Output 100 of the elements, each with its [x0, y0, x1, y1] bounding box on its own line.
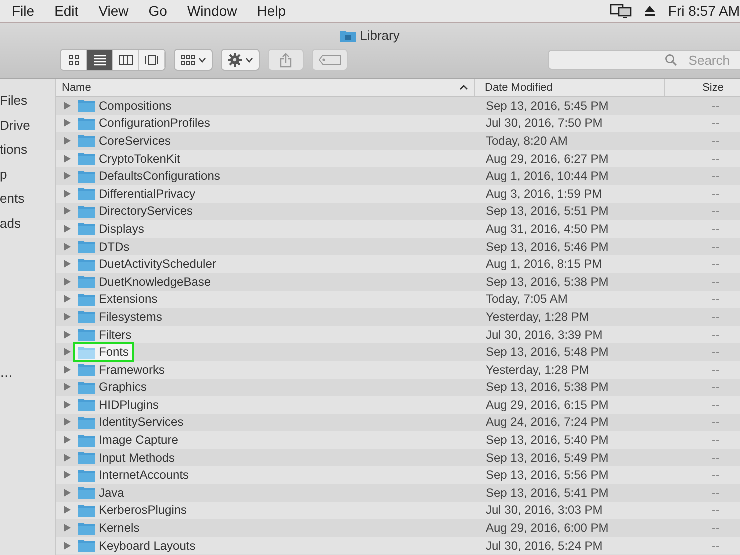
- menu-bar-clock[interactable]: Fri 8:57 AM: [668, 3, 740, 19]
- disclosure-triangle-icon[interactable]: [64, 207, 71, 216]
- table-row[interactable]: HIDPlugins Aug 29, 2016, 6:15 PM --: [56, 396, 740, 414]
- folder-name[interactable]: CoreServices: [99, 134, 172, 148]
- table-row[interactable]: Displays Aug 31, 2016, 4:50 PM --: [56, 220, 740, 238]
- table-row[interactable]: InternetAccounts Sep 13, 2016, 5:56 PM --: [56, 466, 740, 484]
- table-row[interactable]: DirectoryServices Sep 13, 2016, 5:51 PM --: [56, 202, 740, 220]
- folder-name[interactable]: DifferentialPrivacy: [99, 186, 196, 201]
- table-row[interactable]: Image Capture Sep 13, 2016, 5:40 PM --: [56, 431, 740, 449]
- grid-icon: [181, 55, 195, 65]
- display-icon[interactable]: [610, 4, 632, 18]
- disclosure-triangle-icon[interactable]: [64, 154, 71, 163]
- menu-item[interactable]: Edit: [46, 3, 87, 19]
- folder-name[interactable]: DuetKnowledgeBase: [99, 274, 212, 289]
- folder-icon: [78, 134, 95, 148]
- folder-name[interactable]: InternetAccounts: [99, 468, 190, 482]
- folder-name[interactable]: Compositions: [99, 98, 172, 113]
- disclosure-triangle-icon[interactable]: [64, 471, 71, 480]
- disclosure-triangle-icon[interactable]: [64, 400, 71, 409]
- sidebar-item[interactable]: ents: [0, 187, 55, 212]
- table-row[interactable]: Filters Jul 30, 2016, 3:39 PM --: [56, 326, 740, 344]
- menu-item[interactable]: Window: [179, 3, 246, 19]
- folder-name[interactable]: KerberosPlugins: [99, 503, 188, 518]
- column-header[interactable]: Date Modified: [485, 82, 553, 94]
- disclosure-triangle-icon[interactable]: [64, 224, 71, 233]
- disclosure-triangle-icon[interactable]: [64, 436, 71, 444]
- disclosure-triangle-icon[interactable]: [64, 278, 71, 286]
- sidebar-item[interactable]: tions: [0, 138, 55, 162]
- disclosure-triangle-icon[interactable]: [64, 524, 71, 532]
- disclosure-triangle-icon[interactable]: [64, 312, 71, 321]
- folder-name[interactable]: Keyboard Layouts: [99, 538, 196, 553]
- table-row[interactable]: Keyboard Layouts Jul 30, 2016, 5:24 PM --: [56, 536, 740, 554]
- folder-name[interactable]: Frameworks: [99, 362, 166, 377]
- sidebar-item[interactable]: p: [0, 162, 55, 187]
- folder-name[interactable]: Image Capture: [99, 433, 178, 448]
- disclosure-triangle-icon[interactable]: [64, 366, 71, 374]
- folder-name[interactable]: Graphics: [99, 380, 148, 394]
- table-row[interactable]: DifferentialPrivacy Aug 3, 2016, 1:59 PM --: [56, 184, 740, 203]
- disclosure-triangle-icon[interactable]: [64, 488, 71, 497]
- folder-name[interactable]: DefaultsConfigurations: [99, 169, 220, 184]
- folder-name[interactable]: DuetActivityScheduler: [99, 257, 216, 272]
- disclosure-triangle-icon[interactable]: [64, 542, 71, 550]
- disclosure-triangle-icon[interactable]: [64, 454, 71, 462]
- table-row[interactable]: CryptoTokenKit Aug 29, 2016, 6:27 PM --: [56, 150, 740, 168]
- sidebar-item[interactable]: Drive: [0, 114, 55, 138]
- table-row[interactable]: IdentityServices Aug 24, 2016, 7:24 PM --: [56, 414, 740, 432]
- folder-name[interactable]: Filesystems: [99, 310, 162, 324]
- disclosure-triangle-icon[interactable]: [64, 172, 71, 180]
- table-row[interactable]: Graphics Sep 13, 2016, 5:38 PM --: [56, 378, 740, 396]
- menu-item[interactable]: View: [90, 3, 137, 19]
- menu-item[interactable]: File: [4, 3, 43, 19]
- folder-name[interactable]: Extensions: [99, 292, 158, 306]
- size-cell: --: [712, 240, 720, 254]
- folder-name[interactable]: IdentityServices: [99, 415, 184, 430]
- folder-name[interactable]: Fonts: [99, 345, 130, 360]
- sidebar-item[interactable]: …: [0, 361, 55, 386]
- date-cell: Aug 24, 2016, 7:24 PM: [486, 415, 609, 430]
- arrange-button[interactable]: [174, 49, 213, 71]
- disclosure-triangle-icon[interactable]: [64, 190, 71, 198]
- disclosure-triangle-icon[interactable]: [64, 506, 71, 514]
- disclosure-triangle-icon[interactable]: [64, 330, 71, 339]
- menu-item[interactable]: Go: [140, 3, 176, 19]
- disclosure-triangle-icon[interactable]: [64, 242, 71, 251]
- folder-icon: [78, 468, 95, 482]
- table-row[interactable]: Extensions Today, 7:05 AM --: [56, 290, 740, 308]
- folder-name[interactable]: DTDs: [99, 240, 130, 254]
- menu-item[interactable]: Help: [249, 3, 294, 19]
- disclosure-triangle-icon[interactable]: [64, 136, 71, 145]
- folder-name[interactable]: Java: [99, 486, 124, 500]
- folder-name[interactable]: ConfigurationProfiles: [99, 116, 210, 130]
- size-cell: --: [712, 310, 720, 324]
- eject-icon[interactable]: [644, 5, 656, 17]
- folder-name[interactable]: Input Methods: [99, 450, 176, 465]
- disclosure-triangle-icon[interactable]: [64, 260, 71, 268]
- column-header[interactable]: Size: [702, 82, 724, 94]
- table-row[interactable]: DuetActivityScheduler Aug 1, 2016, 8:15 PM --: [56, 255, 740, 273]
- folder-name[interactable]: DirectoryServices: [99, 204, 194, 218]
- view-mode-control[interactable]: [60, 49, 166, 71]
- folder-name[interactable]: Filters: [99, 328, 132, 342]
- folder-name[interactable]: CryptoTokenKit: [99, 152, 180, 166]
- table-row[interactable]: KerberosPlugins Jul 30, 2016, 3:03 PM --: [56, 502, 740, 520]
- disclosure-triangle-icon[interactable]: [64, 348, 71, 356]
- action-button[interactable]: [221, 49, 260, 71]
- search-field[interactable]: Search: [548, 50, 740, 70]
- column-header[interactable]: Name: [62, 82, 92, 94]
- disclosure-triangle-icon[interactable]: [64, 418, 71, 426]
- icon-view-button[interactable]: [61, 50, 87, 70]
- sidebar-item[interactable]: ads: [0, 212, 55, 236]
- table-row[interactable]: ConfigurationProfiles Jul 30, 2016, 7:50 PM --: [56, 114, 740, 132]
- disclosure-triangle-icon[interactable]: [64, 295, 71, 304]
- size-cell: --: [712, 274, 720, 289]
- list-view-button[interactable]: [87, 50, 113, 70]
- folder-name[interactable]: Displays: [99, 222, 144, 236]
- table-row[interactable]: Frameworks Yesterday, 1:28 PM --: [56, 360, 740, 378]
- disclosure-triangle-icon[interactable]: [64, 119, 71, 128]
- disclosure-triangle-icon[interactable]: [64, 383, 71, 392]
- folder-name[interactable]: HIDPlugins: [99, 398, 160, 412]
- folder-name[interactable]: Kernels: [99, 521, 140, 536]
- disclosure-triangle-icon[interactable]: [64, 102, 71, 110]
- sidebar-item[interactable]: Files: [0, 89, 55, 114]
